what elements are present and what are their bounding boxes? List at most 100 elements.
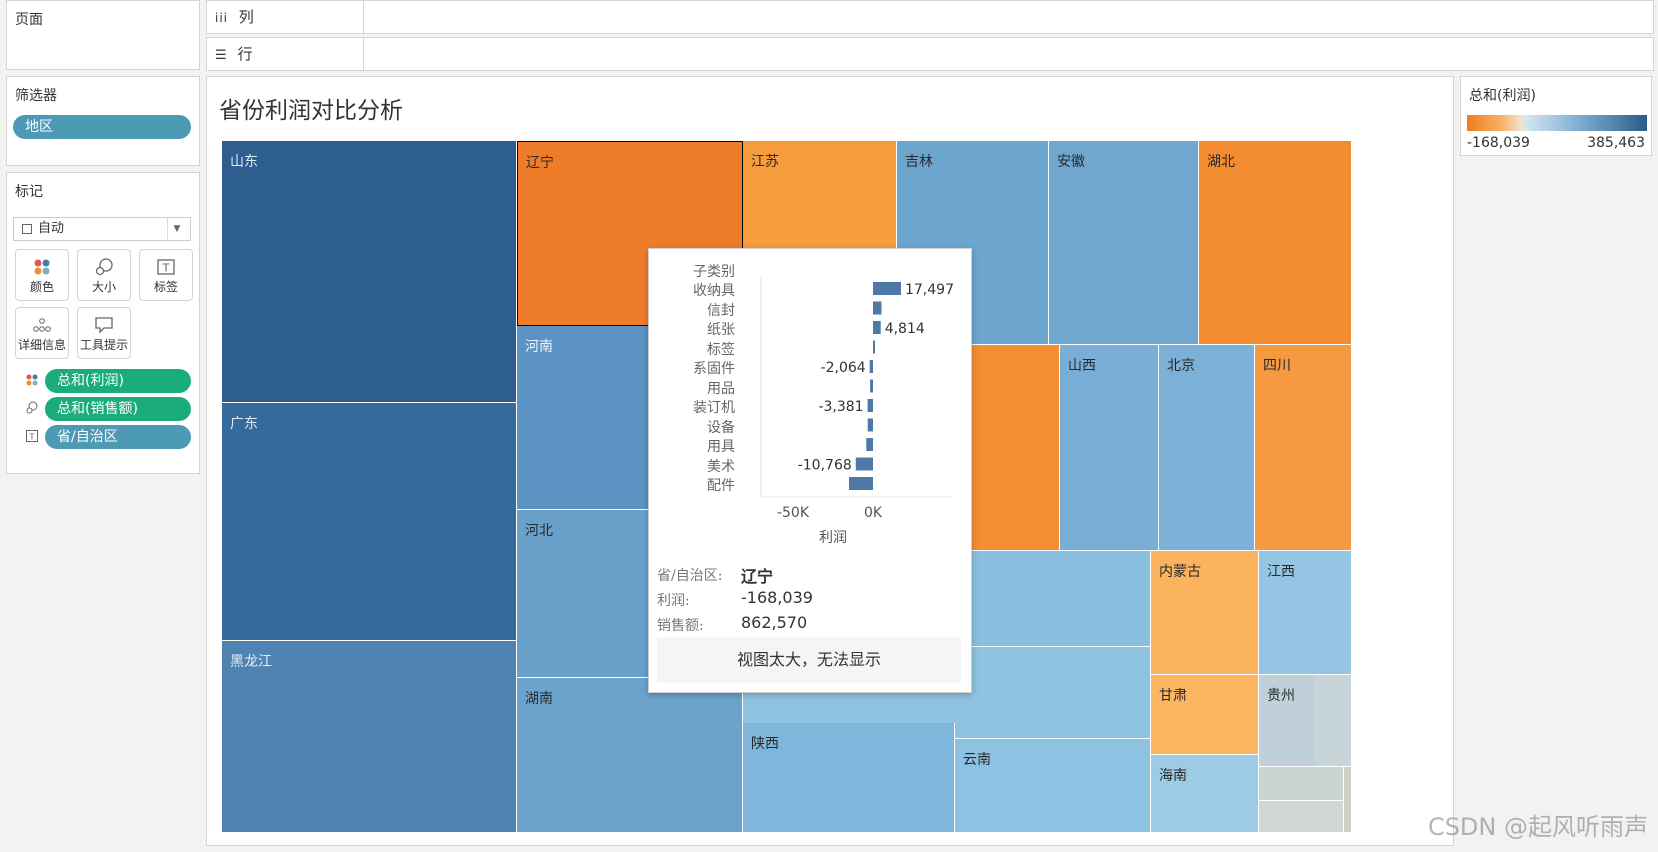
tile-label: 内蒙古 xyxy=(1159,564,1201,580)
tooltip-bar-chart: 17,497 4,814 -2,064 -3,381 -10,768 -50K 0K xyxy=(760,277,954,521)
tile-label: 湖南 xyxy=(525,691,553,707)
treemap-tile[interactable]: 陕西 xyxy=(743,723,955,833)
label-card[interactable]: T 标签 xyxy=(139,249,193,301)
tooltip-icon xyxy=(95,317,113,334)
tooltip-sales-label: 销售额: xyxy=(657,618,704,634)
color-card-label: 颜色 xyxy=(29,280,54,294)
treemap-tile[interactable]: 北京 xyxy=(1159,345,1255,551)
treemap-tile[interactable]: 安徽 xyxy=(1049,141,1199,345)
tooltip-profit-value: -168,039 xyxy=(741,588,813,607)
category-label: 设备 xyxy=(707,419,735,436)
tile-label: 陕西 xyxy=(751,736,779,752)
marks-panel: 标记 自动 ▼ 颜色 大小 T 标签 详细信息 工具提示 总和(利润) 总和(销… xyxy=(6,172,200,474)
treemap-tile[interactable]: 黑龙江 xyxy=(222,641,517,833)
tile-label: 云南 xyxy=(963,752,991,768)
treemap-tile[interactable]: 四川 xyxy=(1255,345,1352,551)
color-icon xyxy=(26,374,38,386)
tile-label: 江苏 xyxy=(751,154,779,170)
color-icon xyxy=(34,259,50,275)
treemap-tile[interactable]: 海南 xyxy=(1151,755,1259,833)
view-title: 省份利润对比分析 xyxy=(219,98,403,124)
label-icon: T xyxy=(157,259,175,275)
tile-label: 海南 xyxy=(1159,768,1187,784)
label-icon: T xyxy=(26,430,38,442)
pill-sum-sales[interactable]: 总和(销售额) xyxy=(45,397,191,421)
treemap-tile[interactable]: 湖北 xyxy=(1199,141,1352,345)
columns-shelf[interactable]: iii 列 xyxy=(206,0,1654,34)
tile-label: 山东 xyxy=(230,154,258,170)
tile-label: 广东 xyxy=(230,416,258,432)
mark-type-dropdown[interactable]: 自动 ▼ xyxy=(13,217,191,241)
svg-text:T: T xyxy=(162,262,170,275)
category-label: 用品 xyxy=(707,380,735,397)
pill-sum-profit[interactable]: 总和(利润) xyxy=(45,369,191,393)
tile-label: 吉林 xyxy=(905,154,933,170)
treemap-tile-unlabeled[interactable] xyxy=(1315,675,1352,767)
treemap-tile[interactable]: 内蒙古 xyxy=(1151,551,1259,675)
columns-label-text: 列 xyxy=(238,8,254,26)
bar-信封[interactable] xyxy=(873,301,882,315)
category-label: 装订机 xyxy=(693,400,735,416)
category-label: 信封 xyxy=(707,302,735,319)
detail-icon xyxy=(33,318,51,332)
category-label: 系固件 xyxy=(693,361,735,377)
data-label-纸张: 4,814 xyxy=(885,321,925,337)
filters-title: 筛选器 xyxy=(15,88,57,104)
watermark: CSDN @起风听雨声 xyxy=(1427,813,1648,841)
treemap-tile[interactable]: 江西 xyxy=(1259,551,1352,675)
treemap-tile-unlabeled[interactable] xyxy=(1344,767,1352,833)
bar-系固件[interactable] xyxy=(869,360,873,373)
filters-panel: 筛选器 地区 xyxy=(6,76,200,166)
rows-shelf-label: ☰ 行 xyxy=(207,38,364,70)
category-label: 配件 xyxy=(707,478,735,494)
detail-card-label: 详细信息 xyxy=(17,338,66,352)
tooltip-column-header: 子类别 xyxy=(693,264,735,280)
chevron-down-icon: ▼ xyxy=(167,218,186,240)
detail-card[interactable]: 详细信息 xyxy=(15,307,69,359)
color-card[interactable]: 颜色 xyxy=(15,249,69,301)
treemap-tile-unlabeled[interactable] xyxy=(1259,801,1344,833)
category-label: 纸张 xyxy=(707,322,735,338)
data-label-收纳具: 17,497 xyxy=(905,282,954,298)
tooltip-card[interactable]: 工具提示 xyxy=(77,307,131,359)
rows-shelf[interactable]: ☰ 行 xyxy=(206,37,1654,71)
bar-美术[interactable] xyxy=(855,457,873,471)
tooltip-province-value: 辽宁 xyxy=(741,567,774,586)
pill-province[interactable]: 省/自治区 xyxy=(45,425,191,449)
tile-label: 北京 xyxy=(1167,358,1195,374)
bar-设备[interactable] xyxy=(867,418,873,432)
bar-用品[interactable] xyxy=(870,379,873,393)
bar-配件[interactable] xyxy=(849,477,873,490)
data-label-美术: -10,768 xyxy=(798,458,852,474)
bar-纸张[interactable] xyxy=(873,321,881,334)
tile-label: 辽宁 xyxy=(526,155,554,171)
size-card-label: 大小 xyxy=(91,280,116,294)
x-tick-label: 0K xyxy=(864,505,883,521)
treemap-tile-unlabeled[interactable] xyxy=(1259,767,1344,801)
treemap-tile[interactable]: 湖南 xyxy=(517,678,743,833)
tile-label: 河北 xyxy=(525,523,553,539)
tooltip-profit-label: 利润: xyxy=(657,593,690,609)
tooltip-sales-value: 862,570 xyxy=(741,613,808,632)
tile-label: 湖北 xyxy=(1207,154,1235,170)
view-too-large-button[interactable]: 视图太大，无法显示 xyxy=(657,637,961,683)
filter-pill-region[interactable]: 地区 xyxy=(13,115,191,139)
color-legend[interactable]: 总和(利润) -168,039 385,463 xyxy=(1460,76,1652,156)
treemap-tile[interactable]: 甘肃 xyxy=(1151,675,1259,755)
category-label: 标签 xyxy=(707,341,735,358)
columns-shelf-label: iii 列 xyxy=(207,1,364,33)
x-tick-label: -50K xyxy=(777,505,810,521)
bar-用具[interactable] xyxy=(866,438,873,451)
treemap-tile[interactable]: 山东 xyxy=(222,141,517,403)
label-card-label: 标签 xyxy=(153,280,178,294)
treemap-tile[interactable]: 山西 xyxy=(1060,345,1159,551)
treemap-tile[interactable]: 广东 xyxy=(222,403,517,641)
bar-装订机[interactable] xyxy=(867,399,873,412)
bar-收纳具[interactable] xyxy=(873,282,901,295)
treemap-tile[interactable]: 云南 xyxy=(955,739,1151,833)
data-label-装订机: -3,381 xyxy=(818,399,863,415)
size-card[interactable]: 大小 xyxy=(77,249,131,301)
bar-标签[interactable] xyxy=(873,340,875,354)
legend-max: 385,463 xyxy=(1587,135,1645,151)
tile-label: 四川 xyxy=(1263,358,1291,374)
